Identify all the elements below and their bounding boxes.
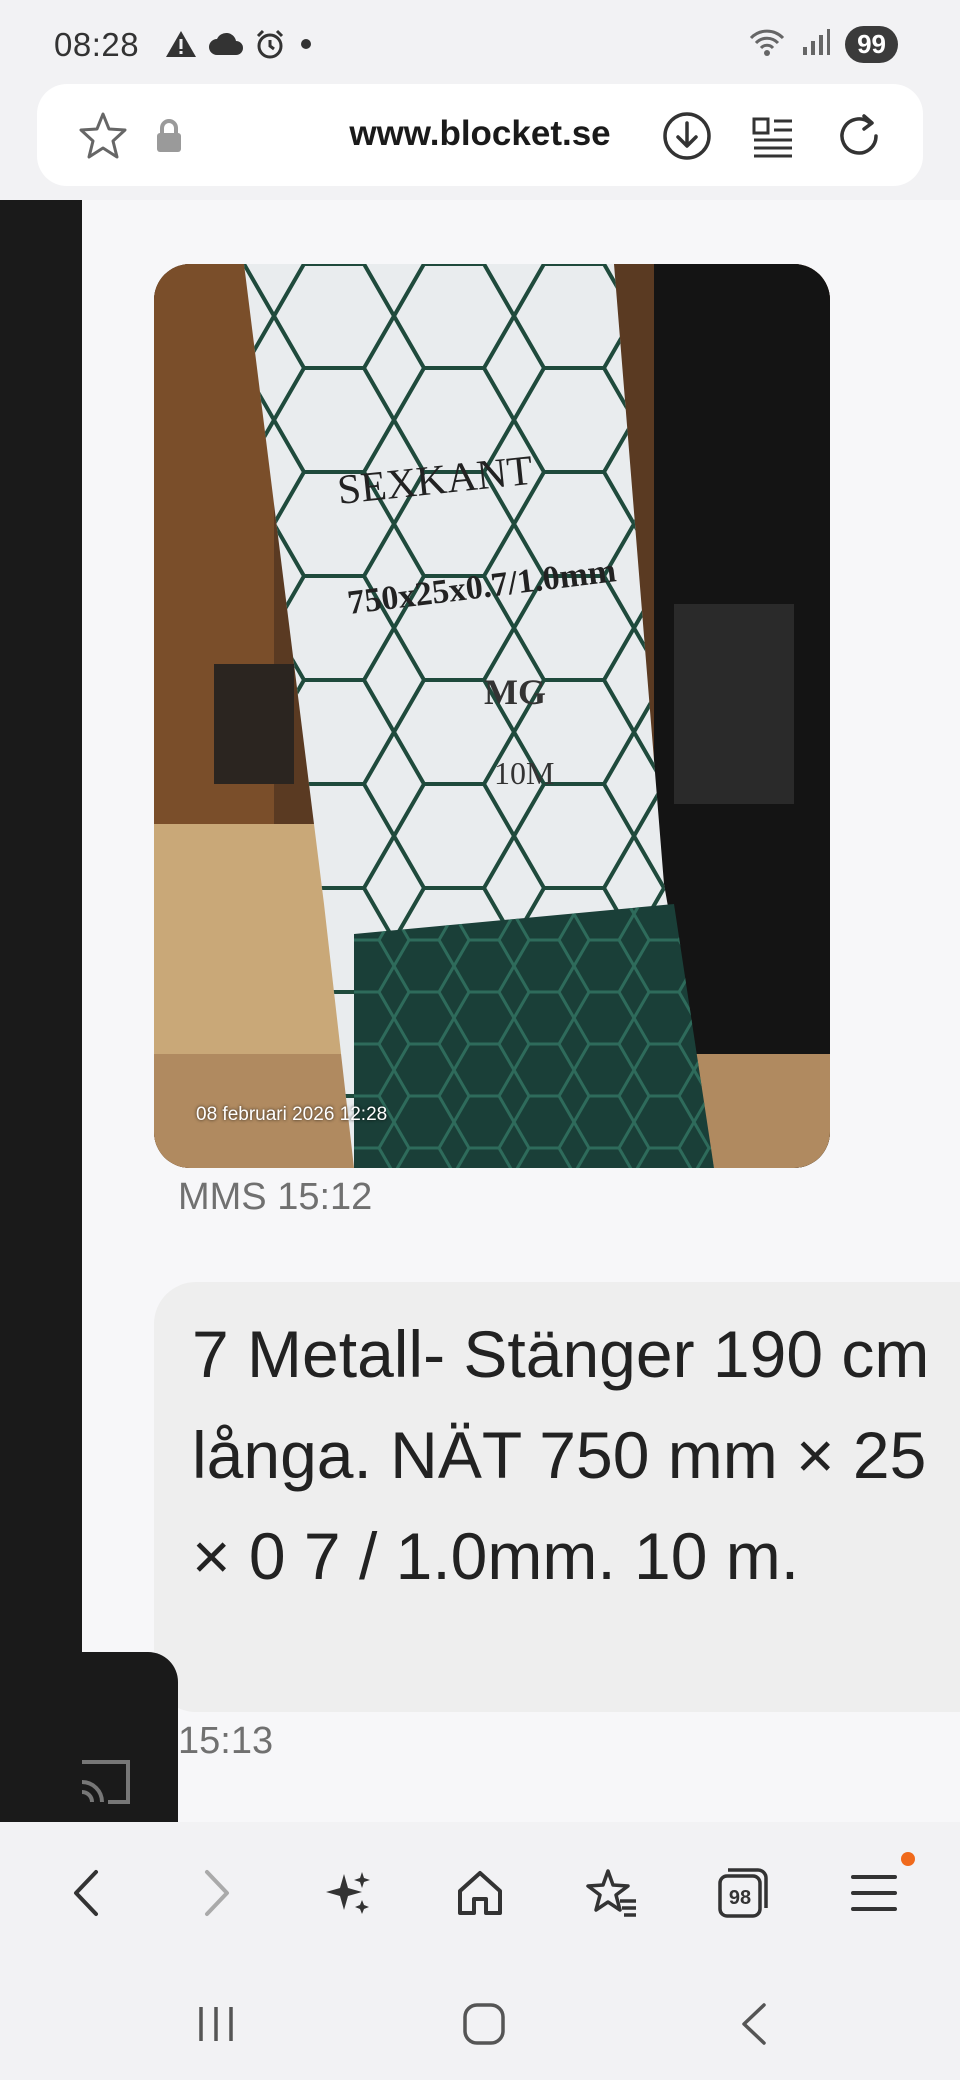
status-bar: 08:28 99 [0,0,960,90]
photo-timestamp: 08 februari 2026 12:28 [196,1104,388,1125]
message-photo[interactable]: SEXKANT 750x25x0.7/1.0mm MG 10M [154,264,830,1168]
battery-indicator: 99 [845,26,898,63]
signal-icon [801,27,831,62]
cast-button[interactable] [81,1652,178,1822]
notification-dot [901,1852,916,1866]
home-icon[interactable] [445,1858,515,1928]
side-panel [0,200,82,1822]
home-button-icon[interactable] [452,1992,516,2056]
alarm-icon [254,28,286,65]
dot-icon [296,34,316,59]
cast-icon [78,1752,138,1817]
download-icon[interactable] [659,108,715,164]
recent-apps-icon[interactable] [184,1992,248,2056]
status-time: 08:28 [54,26,140,63]
cloud-icon [208,31,244,62]
message-text: 7 Metall- Stänger 190 cm långa. NÄT 750 … [192,1317,930,1593]
system-back-icon[interactable] [722,1992,786,2056]
bookmarks-icon[interactable] [576,1858,646,1928]
tabs-icon[interactable]: 98 [708,1858,778,1928]
url-bar[interactable]: www.blocket.se [37,84,923,186]
back-icon[interactable] [51,1858,121,1928]
menu-icon[interactable] [839,1852,916,1928]
system-nav-bar [0,1964,960,2080]
wifi-icon [747,26,787,63]
forward-icon[interactable] [182,1858,252,1928]
mms-timestamp: MMS 15:12 [178,1176,373,1218]
browser-toolbar: 98 [0,1822,960,1964]
reader-icon[interactable] [745,108,801,164]
tabs-count: 98 [729,1887,751,1909]
warning-icon [164,29,198,64]
message-bubble[interactable]: 7 Metall- Stänger 190 cm långa. NÄT 750 … [154,1282,960,1712]
reload-icon[interactable] [831,108,887,164]
message-timestamp: 15:13 [178,1720,274,1762]
label-line-3: MG [484,672,546,712]
sparkle-icon[interactable] [314,1858,384,1928]
label-line-4: 10M [494,755,554,791]
